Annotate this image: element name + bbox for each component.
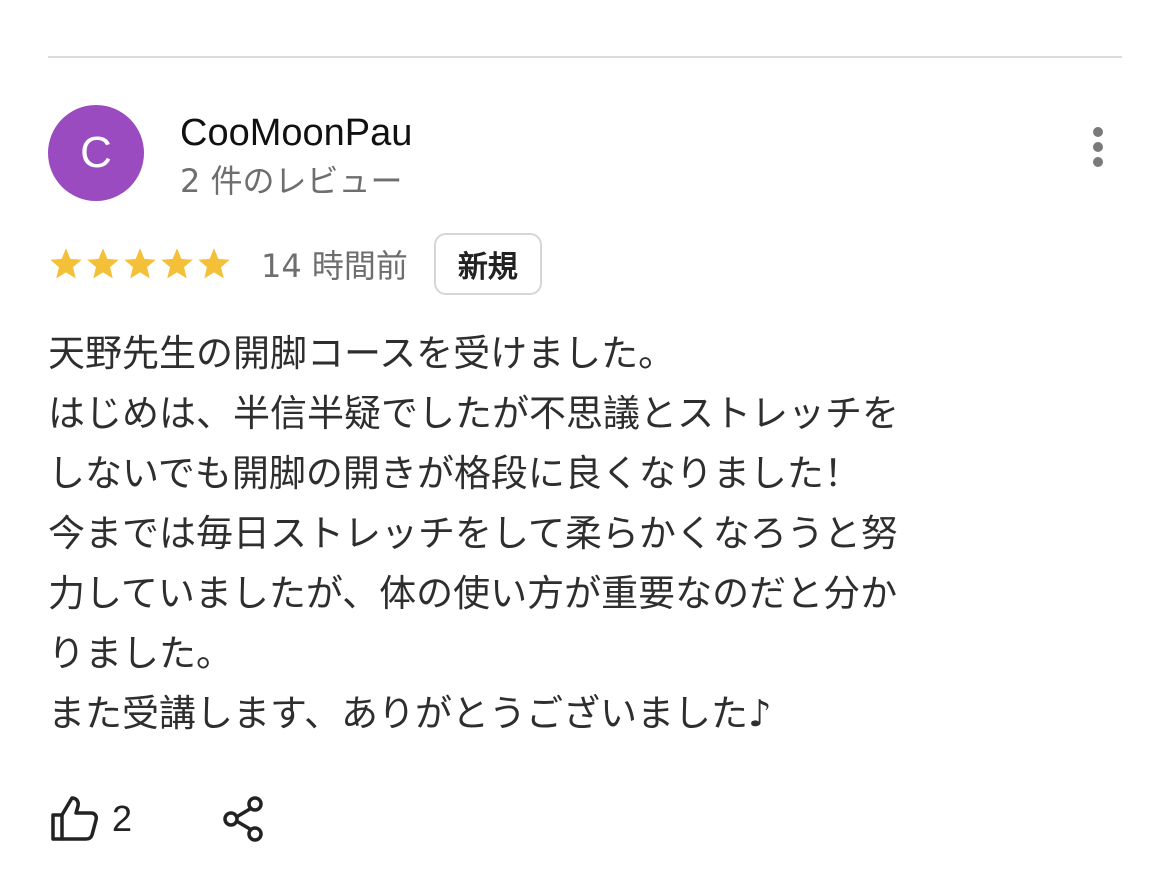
reviewer-name[interactable]: CooMoonPau bbox=[180, 110, 412, 156]
avatar-letter: C bbox=[80, 128, 112, 177]
star-icon bbox=[161, 248, 193, 279]
divider bbox=[48, 56, 1122, 58]
review-actions: 2 bbox=[48, 784, 270, 854]
share-icon bbox=[223, 796, 263, 842]
star-icon bbox=[198, 248, 230, 279]
share-button[interactable] bbox=[218, 793, 270, 845]
star-icon bbox=[87, 248, 119, 279]
like-button[interactable]: 2 bbox=[48, 793, 132, 845]
avatar[interactable]: C bbox=[48, 105, 144, 201]
star-icon bbox=[50, 248, 82, 279]
star-rating bbox=[48, 246, 233, 282]
review-text: 天野先生の開脚コースを受けました。 はじめは、半信半疑でしたが不思議とストレッチ… bbox=[48, 332, 899, 735]
new-badge: 新規 bbox=[433, 233, 542, 295]
more-vert-icon[interactable] bbox=[1084, 124, 1112, 170]
rating-row: 14 時間前 新規 bbox=[48, 232, 542, 296]
thumb-up-icon bbox=[51, 796, 98, 841]
review-time: 14 時間前 bbox=[261, 247, 408, 285]
review-card: C CooMoonPau 2 件のレビュー 14 時間前 新規 天野先生の開脚コ… bbox=[0, 0, 1170, 888]
like-count: 2 bbox=[112, 798, 133, 839]
star-icon bbox=[124, 248, 156, 279]
reviewer-review-count: 2 件のレビュー bbox=[180, 162, 403, 200]
new-badge-label: 新規 bbox=[457, 250, 518, 285]
